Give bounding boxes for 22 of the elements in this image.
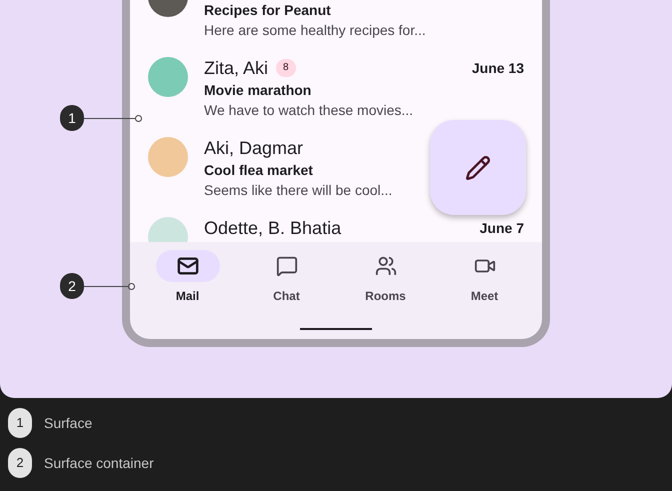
- nav-tab[interactable]: Rooms: [346, 250, 426, 305]
- message-preview: We have to watch these movies...: [204, 101, 414, 120]
- message-date: June 7: [480, 218, 524, 238]
- nav-tab[interactable]: Meet: [444, 250, 524, 305]
- nav-tab[interactable]: Chat: [246, 250, 326, 305]
- unread-count: 8: [276, 59, 296, 77]
- message-preview: Seems like there will be cool...: [204, 181, 392, 200]
- message-date: June 13: [472, 58, 524, 78]
- callout-number: 2: [60, 273, 84, 299]
- legend-number: 1: [8, 408, 32, 438]
- message-subject: Movie marathon: [204, 81, 312, 100]
- sender-name: Aki, Dagmar: [204, 137, 304, 159]
- sender-name: Zita, Aki: [204, 57, 268, 79]
- legend-number: 2: [8, 448, 32, 478]
- callout-number: 1: [60, 105, 84, 131]
- legend-label: Surface: [44, 414, 92, 432]
- message-subject: Cool flea market: [204, 161, 313, 180]
- nav-tab[interactable]: Mail: [148, 250, 228, 305]
- sender-name: Odette, B. Bhatia: [204, 217, 342, 239]
- message-subject: Recipes for Peanut: [204, 1, 331, 20]
- legend-label: Surface container: [44, 454, 154, 472]
- message-preview: Here are some healthy recipes for...: [204, 21, 426, 40]
